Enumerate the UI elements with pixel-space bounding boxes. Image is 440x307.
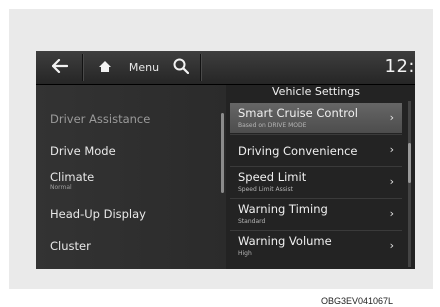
home-button[interactable]	[90, 53, 120, 82]
setting-label: Warning Volume	[238, 234, 332, 248]
setting-driving-convenience[interactable]: Driving Convenience ›	[230, 135, 402, 165]
home-icon	[98, 58, 112, 77]
category-drive-mode[interactable]: Drive Mode	[50, 145, 116, 158]
infotainment-screen: Menu 12: Driver Assistance Drive Mode Cl…	[36, 51, 415, 269]
menu-button[interactable]: Menu	[122, 53, 162, 82]
clock: 12:	[384, 56, 415, 77]
setting-smart-cruise-control[interactable]: Smart Cruise Control Based on DRIVE MODE…	[230, 103, 402, 133]
chevron-right-icon: ›	[389, 239, 394, 252]
setting-label: Smart Cruise Control	[238, 106, 358, 120]
category-label: Cluster	[50, 239, 91, 253]
figure-caption: OBG3EV041067L	[321, 296, 394, 306]
setting-sublabel: High	[238, 250, 252, 257]
setting-sublabel: Speed Limit Assist	[238, 186, 293, 193]
setting-sublabel: Standard	[238, 218, 266, 225]
topbar-divider	[82, 54, 84, 81]
topbar-divider	[200, 54, 202, 81]
category-driver-assistance[interactable]: Driver Assistance	[50, 113, 150, 126]
category-head-up-display[interactable]: Head-Up Display	[50, 208, 146, 221]
category-label: Driver Assistance	[50, 112, 151, 126]
settings-scrollbar[interactable]	[408, 143, 411, 183]
setting-sublabel: Based on DRIVE MODE	[238, 122, 307, 129]
category-cluster[interactable]: Cluster	[50, 240, 91, 253]
chevron-right-icon: ›	[389, 111, 394, 124]
search-button[interactable]	[166, 53, 196, 82]
chevron-right-icon: ›	[389, 175, 394, 188]
category-scrollbar[interactable]	[221, 113, 224, 193]
setting-label: Speed Limit	[238, 170, 307, 184]
top-bar: Menu 12:	[36, 51, 415, 85]
back-button[interactable]	[40, 53, 80, 82]
search-icon	[173, 58, 190, 78]
panel-title: Vehicle Settings	[272, 85, 360, 98]
setting-warning-volume[interactable]: Warning Volume High ›	[230, 231, 402, 261]
settings-scroll-track	[408, 101, 411, 267]
setting-warning-timing[interactable]: Warning Timing Standard ›	[230, 199, 402, 229]
setting-speed-limit[interactable]: Speed Limit Speed Limit Assist ›	[230, 167, 402, 197]
setting-label: Driving Convenience	[238, 144, 358, 158]
category-sublabel: Normal	[50, 183, 72, 191]
back-arrow-icon	[51, 58, 69, 77]
category-climate[interactable]: Climate Normal	[50, 171, 94, 191]
chevron-right-icon: ›	[389, 207, 394, 220]
menu-label: Menu	[128, 61, 160, 74]
category-label: Head-Up Display	[50, 207, 146, 221]
category-label: Climate	[50, 170, 95, 184]
setting-label: Warning Timing	[238, 202, 328, 216]
category-label: Drive Mode	[50, 144, 116, 158]
chevron-right-icon: ›	[389, 143, 394, 156]
